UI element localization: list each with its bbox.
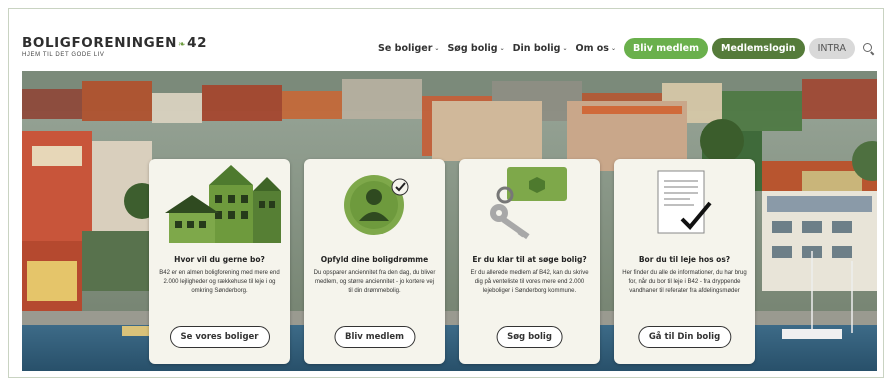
chevron-down-icon: ⌄ [434, 45, 440, 52]
main-navigation: Se boliger ⌄ Søg bolig ⌄ Din bolig ⌄ Om os ⌄… [378, 38, 875, 59]
card-residents: Bor du til leje hos os? Her finder du al… [614, 159, 755, 364]
card-text: Her finder du alle de informationer, du … [622, 270, 747, 294]
chevron-down-icon: ⌄ [499, 45, 505, 52]
card-membership: Opfyld dine boligdrømme Du opsparer anci… [304, 159, 445, 364]
nav-se-boliger[interactable]: Se boliger ⌄ [378, 43, 439, 54]
card-find-home: Hvor vil du gerne bo? B42 er en almen bo… [149, 159, 290, 364]
card-text: Du opsparer anciennitet fra den dag, du … [313, 270, 436, 294]
nav-om-os[interactable]: Om os ⌄ [576, 43, 617, 54]
feature-cards: Hvor vil du gerne bo? B42 er en almen bo… [149, 159, 755, 364]
intra-button[interactable]: INTRA [808, 38, 855, 59]
member-check-icon [344, 175, 409, 235]
key-icon [490, 167, 567, 240]
nav-label: Se boliger [378, 43, 433, 54]
card-title: Hvor vil du gerne bo? [174, 255, 265, 264]
search-home-button[interactable]: Søg bolig [496, 326, 563, 348]
nav-label: Om os [575, 43, 609, 54]
document-check-icon [657, 170, 712, 234]
nav-sog-bolig[interactable]: Søg bolig ⌄ [447, 43, 504, 54]
card-apply: Er du klar til at søge bolig? Er du alle… [459, 159, 600, 364]
nav-label: Søg bolig [447, 43, 498, 54]
go-to-my-home-button[interactable]: Gå til Din bolig [637, 326, 732, 348]
member-login-button[interactable]: Medlemslogin [712, 38, 805, 59]
page-frame: BOLIGFORENINGEN ❧ 42 HJEM TIL DET GODE L… [8, 8, 884, 378]
logo-title: BOLIGFORENINGEN ❧ 42 [22, 35, 207, 51]
site-header: BOLIGFORENINGEN ❧ 42 HJEM TIL DET GODE L… [9, 9, 883, 71]
logo-number: 42 [187, 35, 208, 51]
logo-tagline: HJEM TIL DET GODE LIV [22, 52, 105, 58]
leaf-icon: ❧ [178, 40, 187, 50]
site-logo[interactable]: BOLIGFORENINGEN ❧ 42 HJEM TIL DET GODE L… [22, 35, 207, 58]
chevron-down-icon: ⌄ [610, 45, 616, 52]
card-text: Er du allerede medlem af B42, kan du skr… [470, 270, 589, 294]
card-text: B42 er en almen boligforening med mere e… [159, 270, 280, 294]
chevron-down-icon: ⌄ [562, 45, 568, 52]
card-title: Opfyld dine boligdrømme [320, 255, 429, 264]
nav-din-bolig[interactable]: Din bolig ⌄ [513, 43, 568, 54]
card-title: Er du klar til at søge bolig? [472, 255, 587, 264]
become-member-card-button[interactable]: Bliv medlem [333, 326, 416, 348]
card-title: Bor du til leje hos os? [638, 255, 731, 264]
become-member-button[interactable]: Bliv medlem [624, 38, 708, 59]
search-icon[interactable] [863, 42, 875, 55]
houses-icon [165, 165, 281, 243]
nav-label: Din bolig [512, 43, 561, 54]
see-homes-button[interactable]: Se vores boliger [169, 326, 270, 348]
logo-wordmark: BOLIGFORENINGEN [22, 35, 178, 51]
